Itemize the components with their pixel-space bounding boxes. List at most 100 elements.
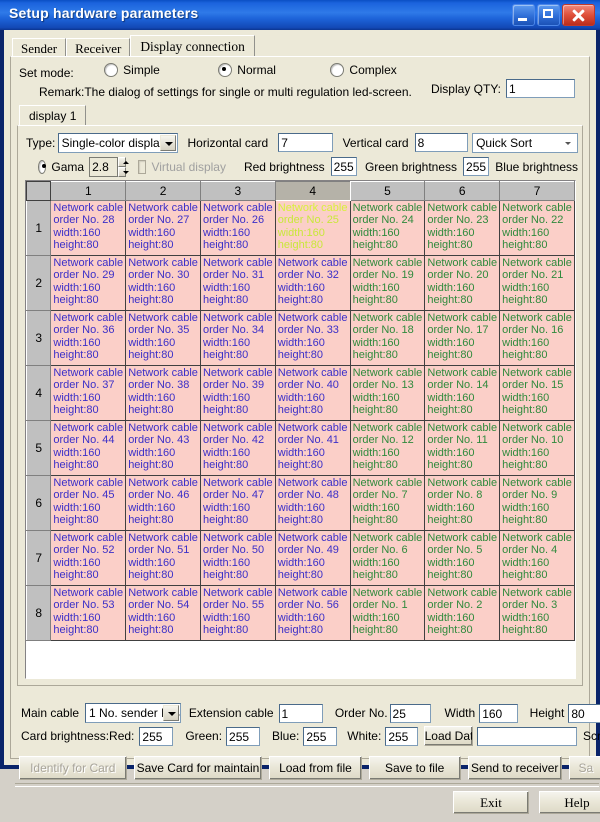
- grid-cell-r5-c5[interactable]: Network cable order No. 12 width:160 height…: [349, 420, 426, 476]
- maximize-button[interactable]: [537, 4, 560, 26]
- grid-cell-r5-c4[interactable]: Network cable order No. 41 width:160 height…: [274, 420, 351, 476]
- grid-cell-r4-c6[interactable]: Network cable order No. 14 width:160 height…: [424, 365, 501, 421]
- radio-complex[interactable]: Complex: [330, 63, 397, 77]
- grid-row-header-8[interactable]: 8: [26, 585, 52, 641]
- gama-input[interactable]: 2.8: [89, 156, 118, 177]
- grid-cell-r3-c1[interactable]: Network cable order No. 36 width:160 height…: [50, 310, 127, 366]
- grid-cell-r3-c3[interactable]: Network cable order No. 34 width:160 height…: [199, 310, 276, 366]
- grid-cell-r8-c5[interactable]: Network cable order No. 1 width:160 height:…: [349, 585, 426, 641]
- tab-receiver[interactable]: Receiver: [66, 38, 131, 57]
- grid-cell-r5-c6[interactable]: Network cable order No. 11 width:160 height…: [424, 420, 501, 476]
- grid-cell-r2-c5[interactable]: Network cable order No. 19 width:160 height…: [349, 255, 426, 311]
- radio-simple[interactable]: Simple: [104, 63, 160, 77]
- grid-cell-r7-c7[interactable]: Network cable order No. 4 width:160 height:…: [499, 530, 575, 586]
- sort-select[interactable]: Quick Sort: [472, 132, 579, 153]
- type-select[interactable]: Single-color display: [57, 132, 179, 153]
- grid-cell-r3-c5[interactable]: Network cable order No. 18 width:160 height…: [349, 310, 426, 366]
- minimize-button[interactable]: [512, 4, 535, 26]
- grid-cell-r8-c3[interactable]: Network cable order No. 55 width:160 height…: [199, 585, 276, 641]
- order-no-input[interactable]: 25: [389, 703, 431, 723]
- card-red-input[interactable]: 255: [139, 726, 174, 746]
- card-green-input[interactable]: 255: [226, 726, 260, 746]
- grid-cell-r1-c2[interactable]: Network cable order No. 27 width:160 height…: [125, 200, 201, 256]
- grid-cell-r2-c2[interactable]: Network cable order No. 30 width:160 height…: [125, 255, 201, 311]
- grid-row-header-3[interactable]: 3: [26, 310, 52, 366]
- grid-cell-r5-c1[interactable]: Network cable order No. 44 width:160 height…: [50, 420, 127, 476]
- grid-cell-r7-c1[interactable]: Network cable order No. 52 width:160 height…: [50, 530, 127, 586]
- grid-cell-r6-c7[interactable]: Network cable order No. 9 width:160 height:…: [499, 475, 575, 531]
- help-button[interactable]: Help: [539, 791, 600, 814]
- gama-stepper[interactable]: [117, 156, 128, 177]
- grid-cell-r1-c5[interactable]: Network cable order No. 24 width:160 height…: [349, 200, 426, 256]
- grid-column-header-6[interactable]: 6: [424, 181, 501, 201]
- red-brightness-input[interactable]: 255: [330, 157, 357, 176]
- card-white-input[interactable]: 255: [385, 726, 418, 746]
- grid-cell-r6-c4[interactable]: Network cable order No. 48 width:160 height…: [274, 475, 351, 531]
- grid-cell-r7-c6[interactable]: Network cable order No. 5 width:160 height:…: [424, 530, 501, 586]
- grid-cell-r5-c3[interactable]: Network cable order No. 42 width:160 height…: [199, 420, 276, 476]
- grid-row-header-7[interactable]: 7: [26, 530, 52, 586]
- grid-cell-r7-c4[interactable]: Network cable order No. 49 width:160 height…: [274, 530, 351, 586]
- grid-cell-r1-c7[interactable]: Network cable order No. 22 width:160 height…: [499, 200, 575, 256]
- grid-row-header-4[interactable]: 4: [26, 365, 52, 421]
- grid-cell-r6-c3[interactable]: Network cable order No. 47 width:160 height…: [199, 475, 276, 531]
- grid-cell-r7-c3[interactable]: Network cable order No. 50 width:160 height…: [199, 530, 276, 586]
- grid-cell-r3-c2[interactable]: Network cable order No. 35 width:160 height…: [125, 310, 201, 366]
- vertical-card-input[interactable]: 8: [414, 133, 469, 152]
- grid-row-header-5[interactable]: 5: [26, 420, 52, 476]
- grid-row-header-1[interactable]: 1: [26, 200, 52, 256]
- grid-cell-r4-c5[interactable]: Network cable order No. 13 width:160 height…: [349, 365, 426, 421]
- grid-cell-r1-c3[interactable]: Network cable order No. 26 width:160 height…: [199, 200, 276, 256]
- card-blue-input[interactable]: 255: [303, 726, 338, 746]
- action-button-load-from-file[interactable]: Load from file: [269, 756, 362, 780]
- grid-cell-r2-c1[interactable]: Network cable order No. 29 width:160 height…: [50, 255, 127, 311]
- green-brightness-input[interactable]: 255: [463, 157, 490, 176]
- grid-cell-r3-c4[interactable]: Network cable order No. 33 width:160 height…: [274, 310, 351, 366]
- load-data-button[interactable]: Load Data: [423, 726, 474, 746]
- grid-cell-r1-c4[interactable]: Network cable order No. 25 width:160 height…: [274, 200, 351, 256]
- tab-sender[interactable]: Sender: [12, 38, 67, 57]
- grid-cell-r8-c1[interactable]: Network cable order No. 53 width:160 height…: [50, 585, 127, 641]
- action-button-save-card-for-maintain[interactable]: Save Card for maintain: [133, 756, 263, 780]
- main-cable-select[interactable]: 1 No. sender D cab: [85, 703, 181, 723]
- grid-column-header-2[interactable]: 2: [125, 181, 201, 201]
- grid-cell-r5-c7[interactable]: Network cable order No. 10 width:160 height…: [499, 420, 575, 476]
- grid-cell-r4-c2[interactable]: Network cable order No. 38 width:160 height…: [125, 365, 201, 421]
- grid-cell-r8-c7[interactable]: Network cable order No. 3 width:160 height:…: [499, 585, 575, 641]
- grid-cell-r4-c7[interactable]: Network cable order No. 15 width:160 height…: [499, 365, 575, 421]
- grid-column-header-1[interactable]: 1: [50, 181, 127, 201]
- grid-cell-r1-c1[interactable]: Network cable order No. 28 width:160 height…: [50, 200, 127, 256]
- grid-column-header-3[interactable]: 3: [199, 181, 276, 201]
- grid-column-header-5[interactable]: 5: [349, 181, 426, 201]
- grid-cell-r4-c4[interactable]: Network cable order No. 40 width:160 height…: [274, 365, 351, 421]
- grid-cell-r4-c1[interactable]: Network cable order No. 37 width:160 height…: [50, 365, 127, 421]
- grid-cell-r6-c2[interactable]: Network cable order No. 46 width:160 height…: [125, 475, 201, 531]
- grid-cell-r2-c4[interactable]: Network cable order No. 32 width:160 height…: [274, 255, 351, 311]
- grid-column-header-7[interactable]: 7: [499, 181, 575, 201]
- grid-row-header-6[interactable]: 6: [26, 475, 52, 531]
- horizontal-card-input[interactable]: 7: [278, 133, 333, 152]
- display-qty-input[interactable]: 1: [506, 79, 575, 98]
- grid-cell-r2-c6[interactable]: Network cable order No. 20 width:160 height…: [424, 255, 501, 311]
- grid-cell-r8-c6[interactable]: Network cable order No. 2 width:160 height:…: [424, 585, 501, 641]
- grid-cell-r8-c4[interactable]: Network cable order No. 56 width:160 height…: [274, 585, 351, 641]
- height-input[interactable]: 80: [568, 703, 600, 723]
- tab-display-connection[interactable]: Display connection: [130, 35, 255, 58]
- grid-cell-r6-c6[interactable]: Network cable order No. 8 width:160 height:…: [424, 475, 501, 531]
- grid-column-header-4[interactable]: 4: [274, 181, 351, 201]
- action-button-send-to-receiver[interactable]: Send to receiver: [467, 756, 562, 780]
- grid-cell-r3-c6[interactable]: Network cable order No. 17 width:160 height…: [424, 310, 501, 366]
- grid-cell-r5-c2[interactable]: Network cable order No. 43 width:160 height…: [125, 420, 201, 476]
- grid-cell-r2-c3[interactable]: Network cable order No. 31 width:160 height…: [199, 255, 276, 311]
- width-input[interactable]: 160: [479, 703, 518, 723]
- virtual-display-checkbox[interactable]: [138, 159, 147, 174]
- action-button-save-to-file[interactable]: Save to file: [368, 756, 461, 780]
- grid-cell-r6-c1[interactable]: Network cable order No. 45 width:160 height…: [50, 475, 127, 531]
- grid-cell-r1-c6[interactable]: Network cable order No. 23 width:160 height…: [424, 200, 501, 256]
- grid-cell-r4-c3[interactable]: Network cable order No. 39 width:160 height…: [199, 365, 276, 421]
- radio-normal[interactable]: Normal: [218, 63, 276, 77]
- extension-cable-input[interactable]: 1: [278, 703, 323, 723]
- grid-cell-r6-c5[interactable]: Network cable order No. 7 width:160 height:…: [349, 475, 426, 531]
- exit-button[interactable]: Exit: [453, 791, 529, 814]
- grid-cell-r7-c2[interactable]: Network cable order No. 51 width:160 height…: [125, 530, 201, 586]
